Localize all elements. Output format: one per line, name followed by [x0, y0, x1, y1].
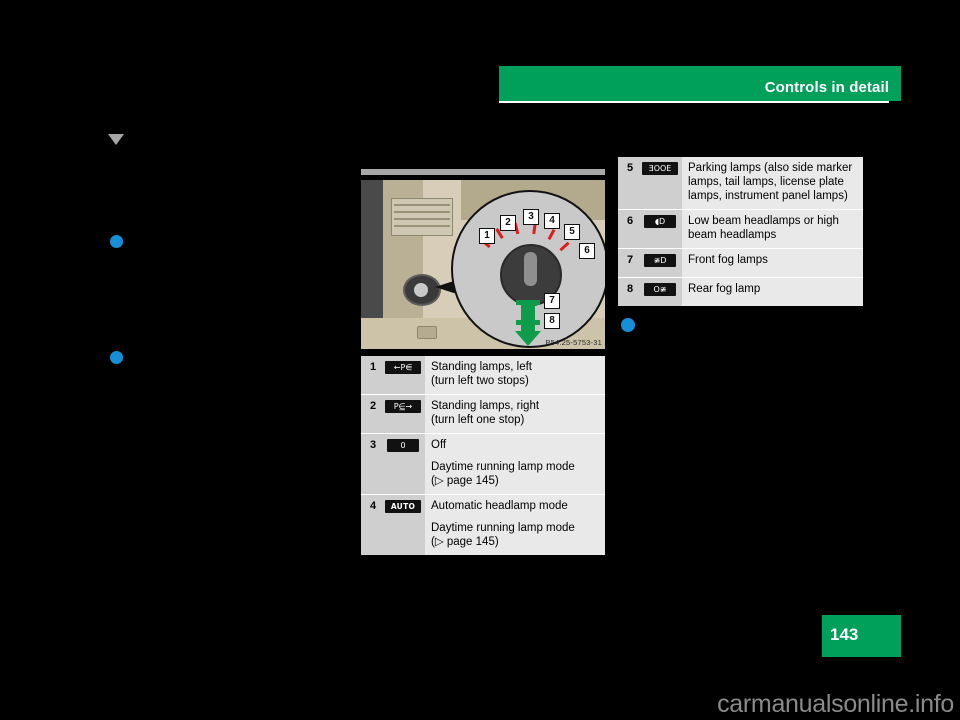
row-description: Standing lamps, right (turn left one sto…	[425, 394, 605, 434]
figure-callout-4: 4	[544, 213, 560, 229]
photo-tick-5	[547, 228, 556, 241]
row-description-main: Automatic headlamp mode	[431, 500, 568, 512]
figure-photograph: 1 2 3 4 5 6 7 8 P54.25-5753-31	[361, 180, 605, 349]
standing-lamps-right-icon: P⋸→	[383, 394, 425, 434]
row-number: 4	[361, 494, 383, 555]
photo-air-vent	[391, 198, 453, 236]
lights-off-icon-glyph: 0	[387, 439, 419, 452]
photo-green-arrow-stem	[521, 305, 535, 331]
row-number: 3	[361, 433, 383, 495]
table-row: 8 O≇ Rear fog lamp	[618, 277, 863, 306]
row-description-extra: Daytime running lamp mode	[431, 522, 575, 534]
row-description-extra: Daytime running lamp mode	[431, 461, 575, 473]
standing-lamps-right-icon-glyph: P⋸→	[385, 400, 421, 413]
bullet-point-icon-3	[621, 318, 635, 332]
page-number-block: 143	[822, 615, 901, 657]
photo-green-arrow-head	[515, 331, 541, 346]
figure-light-switch: 1 2 3 4 5 6 7 8 P54.25-5753-31	[361, 169, 605, 349]
table-row: 6 ◖D Low beam headlamps or high beam hea…	[618, 209, 863, 249]
parking-lamps-icon-glyph: ƎOOE	[642, 162, 678, 175]
table-row: 4 AUTO Automatic headlamp mode Daytime r…	[361, 494, 605, 555]
figure-callout-2: 2	[500, 215, 516, 231]
row-number: 7	[618, 248, 640, 278]
row-description-sub: (turn left one stop)	[431, 414, 525, 426]
legend-table-upper: 5 ƎOOE Parking lamps (also side marker l…	[618, 157, 863, 306]
page-header-underline	[499, 101, 889, 103]
row-number: 8	[618, 277, 640, 306]
row-description-main: Standing lamps, left	[431, 361, 533, 373]
row-description: Rear fog lamp	[682, 277, 863, 306]
front-fog-lamps-icon: ≇D	[640, 248, 682, 278]
row-description-pageref: (▷ page 145)	[431, 536, 499, 548]
row-description-sub: (turn left two stops)	[431, 375, 529, 387]
row-description: Standing lamps, left (turn left two stop…	[425, 356, 605, 395]
bullet-point-icon-2	[110, 351, 123, 364]
low-beam-headlamps-icon: ◖D	[640, 209, 682, 249]
row-description: Low beam headlamps or high beam headlamp…	[682, 209, 863, 249]
table-row: 3 0 Off Daytime running lamp mode (▷ pag…	[361, 433, 605, 495]
automatic-headlamp-icon-glyph: AUTO	[385, 500, 421, 513]
page-number: 143	[830, 625, 859, 644]
row-number: 6	[618, 209, 640, 249]
table-row: 1 ←P⋹ Standing lamps, left (turn left tw…	[361, 356, 605, 395]
row-description-main: Off	[431, 439, 447, 451]
parking-lamps-icon: ƎOOE	[640, 157, 682, 210]
section-triangle-marker-icon	[108, 134, 124, 145]
figure-callout-1: 1	[479, 228, 495, 244]
row-number: 1	[361, 356, 383, 395]
row-number: 2	[361, 394, 383, 434]
automatic-headlamp-icon: AUTO	[383, 494, 425, 555]
table-row: 2 P⋸→ Standing lamps, right (turn left o…	[361, 394, 605, 434]
row-description: Automatic headlamp mode Daytime running …	[425, 494, 605, 555]
figure-callout-7: 7	[544, 293, 560, 309]
figure-callout-6: 6	[579, 243, 595, 259]
bullet-point-icon-1	[110, 235, 123, 248]
figure-callout-5: 5	[564, 224, 580, 240]
rear-fog-lamp-icon: O≇	[640, 277, 682, 306]
figure-caption-code: P54.25-5753-31	[545, 338, 602, 347]
low-beam-headlamps-icon-glyph: ◖D	[644, 215, 676, 228]
legend-table-lower: 1 ←P⋹ Standing lamps, left (turn left tw…	[361, 356, 605, 555]
figure-callout-3: 3	[523, 209, 539, 225]
photo-lower-button	[417, 326, 437, 339]
page-header-title: Controls in detail	[764, 79, 889, 96]
row-number: 5	[618, 157, 640, 210]
site-watermark: carmanualsonline.info	[717, 690, 954, 718]
row-description-main: Standing lamps, right	[431, 400, 540, 412]
figure-callout-8: 8	[544, 313, 560, 329]
page-header-banner: Controls in detail	[499, 66, 901, 101]
row-description: Off Daytime running lamp mode (▷ page 14…	[425, 433, 605, 495]
row-description-pageref: (▷ page 145)	[431, 475, 499, 487]
table-row: 7 ≇D Front fog lamps	[618, 248, 863, 278]
table-row: 5 ƎOOE Parking lamps (also side marker l…	[618, 157, 863, 210]
front-fog-lamps-icon-glyph: ≇D	[644, 254, 676, 267]
standing-lamps-left-icon-glyph: ←P⋹	[385, 361, 421, 374]
rear-fog-lamp-icon-glyph: O≇	[644, 283, 676, 296]
figure-top-rule	[361, 169, 605, 175]
row-description: Parking lamps (also side marker lamps, t…	[682, 157, 863, 210]
standing-lamps-left-icon: ←P⋹	[383, 356, 425, 395]
photo-tick-6	[559, 241, 570, 252]
row-description: Front fog lamps	[682, 248, 863, 278]
lights-off-icon: 0	[383, 433, 425, 495]
